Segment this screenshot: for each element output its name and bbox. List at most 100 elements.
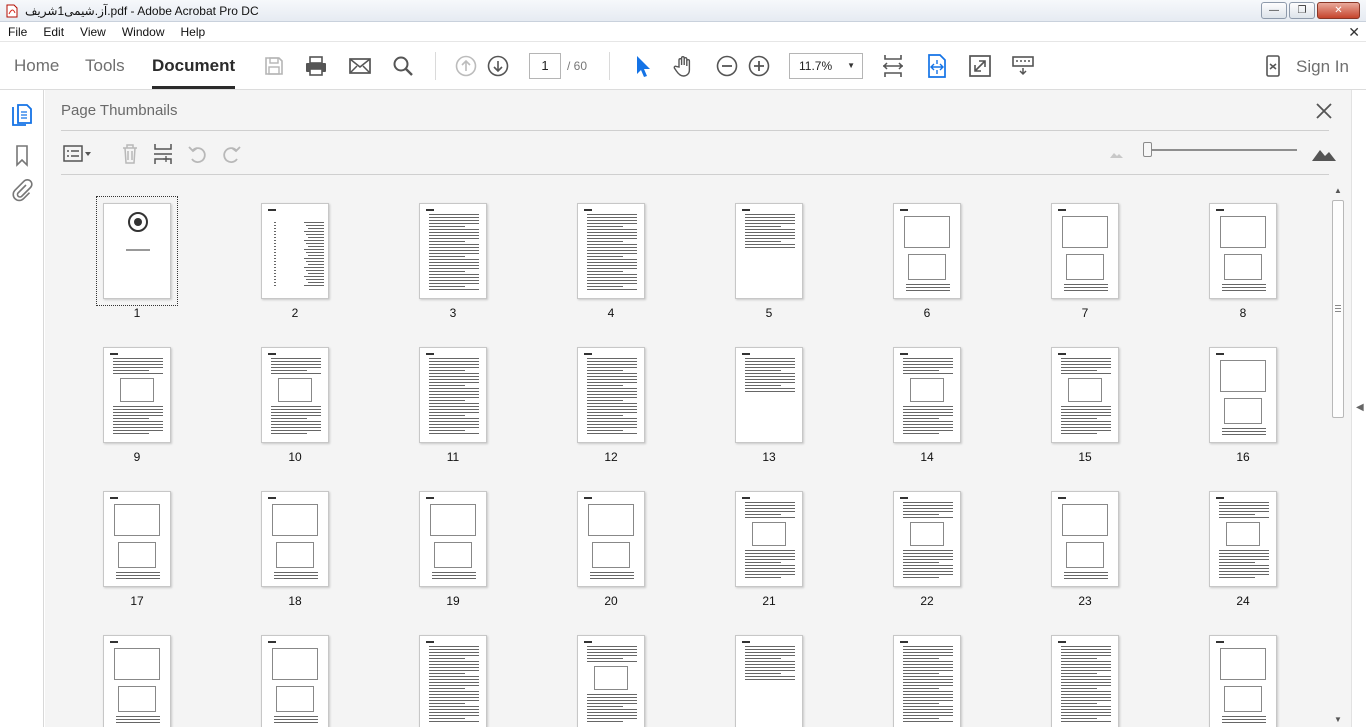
large-thumbnail-icon[interactable] [1311, 142, 1337, 166]
page-thumbnail[interactable] [851, 610, 1009, 727]
menu-view[interactable]: View [72, 25, 114, 39]
page-thumbnail[interactable]: 21 [693, 466, 851, 610]
page-thumbnail[interactable]: 17 [61, 466, 219, 610]
page-thumbnail[interactable]: 3 [377, 178, 535, 322]
page-thumbnail[interactable]: 23 [1009, 466, 1167, 610]
page-thumbnail[interactable]: 14 [851, 322, 1009, 466]
page-thumbnail[interactable]: 2 [219, 178, 377, 322]
select-cursor-icon[interactable] [630, 54, 654, 78]
page-preview [1209, 203, 1277, 299]
mobile-link-icon[interactable] [1261, 54, 1285, 78]
page-thumbnails-icon[interactable] [8, 102, 36, 130]
sign-in-link[interactable]: Sign In [1296, 57, 1349, 77]
menu-file[interactable]: File [0, 25, 35, 39]
page-thumbnail[interactable]: 13 [693, 322, 851, 466]
minimize-button[interactable]: — [1261, 2, 1287, 19]
rotate-left-icon[interactable] [185, 142, 211, 166]
next-page-icon[interactable] [486, 54, 510, 78]
page-number-input[interactable]: 1 [529, 53, 561, 79]
page-number-label: 22 [920, 594, 934, 608]
page-thumbnail[interactable]: 22 [851, 466, 1009, 610]
panel-divider [61, 130, 1329, 131]
print-icon[interactable] [304, 54, 328, 78]
page-thumbnail[interactable] [219, 610, 377, 727]
insert-page-icon[interactable] [150, 142, 176, 166]
page-thumbnail[interactable]: 1 [61, 178, 219, 322]
page-thumbnail[interactable]: 4 [535, 178, 693, 322]
page-preview [893, 635, 961, 727]
page-preview [1209, 347, 1277, 443]
zoom-value: 11.7% [799, 59, 833, 73]
close-icon[interactable] [1313, 100, 1335, 122]
page-preview [1209, 491, 1277, 587]
page-thumbnail[interactable]: 5 [693, 178, 851, 322]
page-number-label: 4 [607, 306, 615, 320]
scroll-down-icon[interactable]: ▼ [1334, 715, 1342, 724]
page-thumbnail[interactable] [693, 610, 851, 727]
page-thumbnail[interactable]: 10 [219, 322, 377, 466]
page-preview [261, 347, 329, 443]
page-thumbnail[interactable]: 20 [535, 466, 693, 610]
page-thumbnail[interactable]: 11 [377, 322, 535, 466]
scroll-mode-icon[interactable] [925, 54, 949, 78]
page-number-label: 21 [762, 594, 776, 608]
expand-right-pane-icon[interactable]: ◀ [1356, 402, 1364, 413]
page-preview [103, 203, 171, 299]
attachment-icon[interactable] [8, 176, 36, 204]
delete-page-icon[interactable] [117, 142, 143, 166]
small-thumbnail-icon[interactable] [1104, 142, 1130, 166]
bookmark-icon[interactable] [8, 142, 36, 170]
page-thumbnail[interactable]: 8 [1167, 178, 1325, 322]
page-preview [735, 347, 803, 443]
options-menu-icon[interactable] [61, 142, 95, 166]
page-preview [261, 635, 329, 727]
tab-home[interactable]: Home [14, 42, 59, 89]
email-icon[interactable] [348, 54, 372, 78]
previous-page-icon[interactable] [454, 54, 478, 78]
fit-page-icon[interactable] [881, 54, 905, 78]
keyboard-tools-icon[interactable] [1011, 54, 1035, 78]
slider-handle[interactable] [1143, 142, 1152, 157]
scrollbar-thumb[interactable] [1332, 200, 1344, 418]
tab-document[interactable]: Document [152, 42, 236, 89]
page-thumbnail[interactable]: 15 [1009, 322, 1167, 466]
full-screen-icon[interactable] [968, 54, 992, 78]
menu-window[interactable]: Window [114, 25, 173, 39]
close-window-button[interactable]: ✕ [1317, 2, 1360, 19]
zoom-out-icon[interactable] [715, 54, 739, 78]
page-number-label: 23 [1078, 594, 1092, 608]
page-thumbnail[interactable]: 24 [1167, 466, 1325, 610]
thumbnail-size-slider[interactable] [1143, 142, 1297, 157]
page-thumbnail[interactable]: 16 [1167, 322, 1325, 466]
restore-button[interactable]: ❐ [1289, 2, 1315, 19]
page-thumbnail[interactable]: 19 [377, 466, 535, 610]
page-thumbnail[interactable]: 7 [1009, 178, 1167, 322]
right-pane-edge: ◀ [1351, 90, 1366, 727]
vertical-scrollbar[interactable]: ▲ ▼ [1329, 186, 1347, 727]
menu-edit[interactable]: Edit [35, 25, 72, 39]
page-number-label: 17 [130, 594, 144, 608]
page-thumbnail[interactable] [377, 610, 535, 727]
page-thumbnail[interactable]: 18 [219, 466, 377, 610]
page-thumbnail[interactable]: 9 [61, 322, 219, 466]
page-thumbnail[interactable] [61, 610, 219, 727]
scroll-up-icon[interactable]: ▲ [1334, 186, 1342, 195]
menu-help[interactable]: Help [173, 25, 214, 39]
hand-tool-icon[interactable] [672, 54, 696, 78]
save-icon[interactable] [262, 54, 286, 78]
page-thumbnail[interactable]: 6 [851, 178, 1009, 322]
page-thumbnail[interactable] [1009, 610, 1167, 727]
panel-title: Page Thumbnails [61, 102, 178, 119]
rotate-right-icon[interactable] [218, 142, 244, 166]
page-thumbnail[interactable] [1167, 610, 1325, 727]
tab-tools[interactable]: Tools [85, 42, 125, 89]
page-thumbnail[interactable] [535, 610, 693, 727]
close-document-button[interactable]: ✕ [1348, 24, 1360, 41]
zoom-dropdown[interactable]: 11.7% ▼ [789, 53, 863, 79]
zoom-in-icon[interactable] [747, 54, 771, 78]
page-number-label: 10 [288, 450, 302, 464]
search-icon[interactable] [391, 54, 415, 78]
page-thumbnail[interactable]: 12 [535, 322, 693, 466]
page-number-label: 20 [604, 594, 618, 608]
page-preview [419, 635, 487, 727]
